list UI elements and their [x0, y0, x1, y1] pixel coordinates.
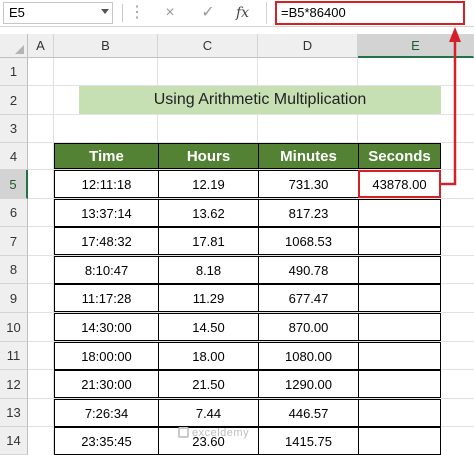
arrow-head-icon: [449, 27, 461, 42]
annotation-arrow: [441, 27, 461, 186]
watermark-logo-icon: [178, 427, 189, 438]
watermark-text: exceldemy: [192, 427, 250, 439]
arrow-line: [441, 40, 457, 186]
watermark: exceldemy: [178, 427, 249, 439]
